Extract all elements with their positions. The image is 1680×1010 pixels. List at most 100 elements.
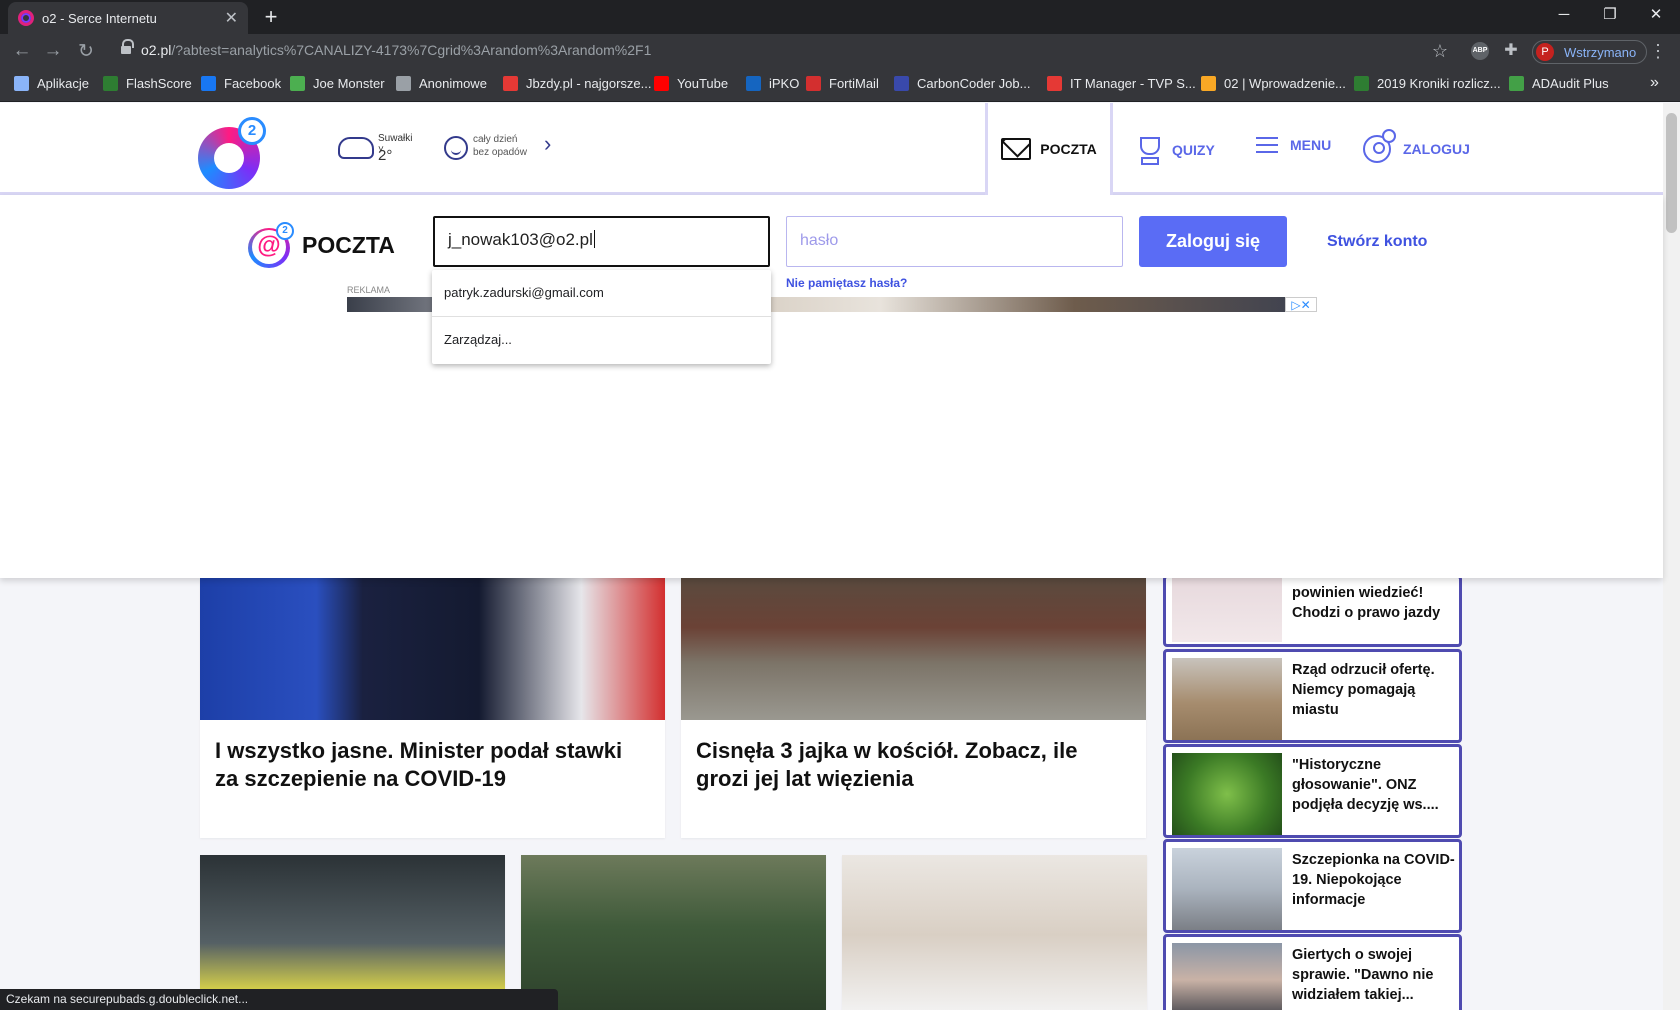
hamburger-menu-icon [1256,137,1278,153]
email-field[interactable]: j_nowak103@o2.pl [433,216,770,267]
news-title[interactable]: I wszystko jasne. Minister podał stawki … [215,737,645,793]
bookmark-item[interactable]: 2019 Kroniki rozlicz... [1354,76,1501,91]
logo-superscript: 2 [238,117,266,145]
ad-close-icon[interactable]: ▷✕ [1285,297,1317,312]
bookmark-item[interactable]: ADAudit Plus [1509,76,1609,91]
bookmark-label: 2019 Kroniki rozlicz... [1377,76,1501,91]
sidebar-news-title[interactable]: "Historyczne głosowanie". ONZ podjęła de… [1292,755,1457,815]
autocomplete-suggestion[interactable]: patryk.zadurski@gmail.com [432,270,771,316]
bookmark-item[interactable]: Jbzdy.pl - najgorsze... [503,76,651,91]
envelope-icon [1001,138,1032,160]
tab-title: o2 - Serce Internetu [42,10,157,26]
chevron-right-icon[interactable]: › [544,131,551,157]
restore-icon[interactable]: ❐ [1587,0,1633,34]
sidebar-news-image [1172,578,1282,642]
lock-icon[interactable] [121,39,134,56]
news-card[interactable]: I wszystko jasne. Minister podał stawki … [200,578,665,838]
bookmark-favicon-icon [103,76,118,91]
close-tab-icon[interactable]: ✕ [225,8,238,28]
browser-status-bar: Czekam na securepubads.g.doubleclick.net… [0,989,558,1010]
kebab-menu-icon[interactable]: ⋮ [1648,41,1668,61]
bookmark-item[interactable]: Joe Monster [290,76,385,91]
sidebar-news-title[interactable]: Giertych o swojej sprawie. "Dawno nie wi… [1292,945,1457,1005]
sidebar-news-image [1172,753,1282,835]
forgot-password-link[interactable]: Nie pamiętasz hasła? [786,276,907,290]
url-path: /?abtest=analytics%7CANALIZY-4173%7Cgrid… [171,42,652,58]
bookmark-label: IT Manager - TVP S... [1070,76,1196,91]
bookmark-label: Joe Monster [313,76,385,91]
nav-quizy[interactable]: QUIZY [1136,137,1215,165]
news-photo-card[interactable] [200,855,505,1010]
reload-icon[interactable]: ↻ [74,40,98,63]
bookmark-label: YouTube [677,76,729,91]
sidebar-news-item[interactable]: Giertych o swojej sprawie. "Dawno nie wi… [1163,934,1462,1010]
bookmark-favicon-icon [201,76,216,91]
bookmarks-overflow-icon[interactable]: » [1650,74,1659,92]
bookmark-item[interactable]: Anonimowe [396,76,487,91]
adblock-icon[interactable]: ABP [1471,42,1489,60]
extensions-puzzle-icon[interactable]: ✚ [1501,41,1521,61]
bookmark-favicon-icon [503,76,518,91]
sidebar-news-item[interactable]: Rząd odrzucił ofertę. Niemcy pomagają mi… [1163,649,1462,743]
nav-zaloguj[interactable]: ZALOGUJ [1363,129,1470,163]
sidebar-news-title[interactable]: powinien wiedzieć! Chodzi o prawo jazdy [1292,583,1457,623]
bookmark-item[interactable]: IT Manager - TVP S... [1047,76,1196,91]
nav-poczta[interactable]: POCZTA [985,103,1113,195]
browser-tab[interactable]: o2 - Serce Internetu ✕ [8,2,248,34]
web-page: 2 Suwałki ˅ 2° cały dzień bez opadów › P… [0,103,1680,1010]
o2-logo[interactable]: 2 [198,117,268,189]
sidebar-news-title[interactable]: Szczepionka na COVID-19. Niepokojące inf… [1292,850,1457,910]
back-arrow-icon[interactable]: ← [10,40,34,62]
minimize-icon[interactable]: ─ [1541,0,1587,34]
trophy-icon [1136,137,1160,165]
sidebar-news-item[interactable]: powinien wiedzieć! Chodzi o prawo jazdy [1163,575,1462,647]
bookmark-item[interactable]: YouTube [654,76,728,91]
email-autocomplete-dropdown: patryk.zadurski@gmail.com Zarządzaj... [432,270,771,364]
bookmark-label: Facebook [224,76,282,91]
news-photo [681,578,1146,720]
bookmark-star-icon[interactable]: ☆ [1430,41,1450,61]
news-photo-card[interactable] [521,855,826,1010]
bookmark-item[interactable]: Aplikacje [14,76,89,91]
bookmark-favicon-icon [1509,76,1524,91]
nav-poczta-label: POCZTA [1040,141,1097,157]
bookmark-item[interactable]: FlashScore [103,76,192,91]
bookmark-label: CarbonCoder Job... [917,76,1031,91]
bookmark-item[interactable]: iPKO [746,76,799,91]
close-window-icon[interactable]: ✕ [1633,0,1679,34]
bookmark-label: ADAudit Plus [1532,76,1609,91]
bookmark-item[interactable]: Facebook [201,76,281,91]
bookmark-favicon-icon [14,76,29,91]
text-caret [593,230,595,248]
address-bar[interactable]: o2.pl/?abtest=analytics%7CANALIZY-4173%7… [141,42,651,58]
news-photo-card[interactable] [842,855,1147,1010]
nav-menu[interactable]: MENU [1256,137,1331,153]
sidebar-news-title[interactable]: Rząd odrzucił ofertę. Niemcy pomagają mi… [1292,660,1457,720]
password-field[interactable]: hasło [786,216,1123,267]
news-title[interactable]: Cisnęła 3 jajka w kościół. Zobacz, ile g… [696,737,1126,793]
bookmark-item[interactable]: 02 | Wprowadzenie... [1201,76,1346,91]
profile-button[interactable]: P Wstrzymano [1532,40,1647,64]
bookmark-label: FlashScore [126,76,192,91]
weather-desc-line2: bez opadów [473,147,527,158]
create-account-link[interactable]: Stwórz konto [1327,233,1427,251]
new-tab-button[interactable]: + [258,4,284,30]
sidebar-news-item[interactable]: Szczepionka na COVID-19. Niepokojące inf… [1163,839,1462,933]
weather-widget[interactable]: Suwałki ˅ 2° [338,127,418,171]
sidebar-news-image [1172,943,1282,1010]
bookmark-label: FortiMail [829,76,879,91]
nav-menu-label: MENU [1290,137,1332,153]
autocomplete-manage[interactable]: Zarządzaj... [432,317,771,363]
news-card[interactable]: Cisnęła 3 jajka w kościół. Zobacz, ile g… [681,578,1146,838]
scrollbar-thumb[interactable] [1666,113,1677,233]
user-login-icon [1363,129,1396,163]
bookmark-item[interactable]: FortiMail [806,76,879,91]
bookmark-favicon-icon [1354,76,1369,91]
login-button[interactable]: Zaloguj się [1139,216,1287,267]
sidebar-news-item[interactable]: "Historyczne głosowanie". ONZ podjęła de… [1163,744,1462,838]
page-scrollbar[interactable] [1663,103,1680,1010]
bookmark-item[interactable]: CarbonCoder Job... [894,76,1030,91]
forward-arrow-icon[interactable]: → [41,40,65,62]
bookmark-favicon-icon [894,76,909,91]
browser-toolbar: ← → ↻ o2.pl/?abtest=analytics%7CANALIZY-… [0,34,1680,68]
